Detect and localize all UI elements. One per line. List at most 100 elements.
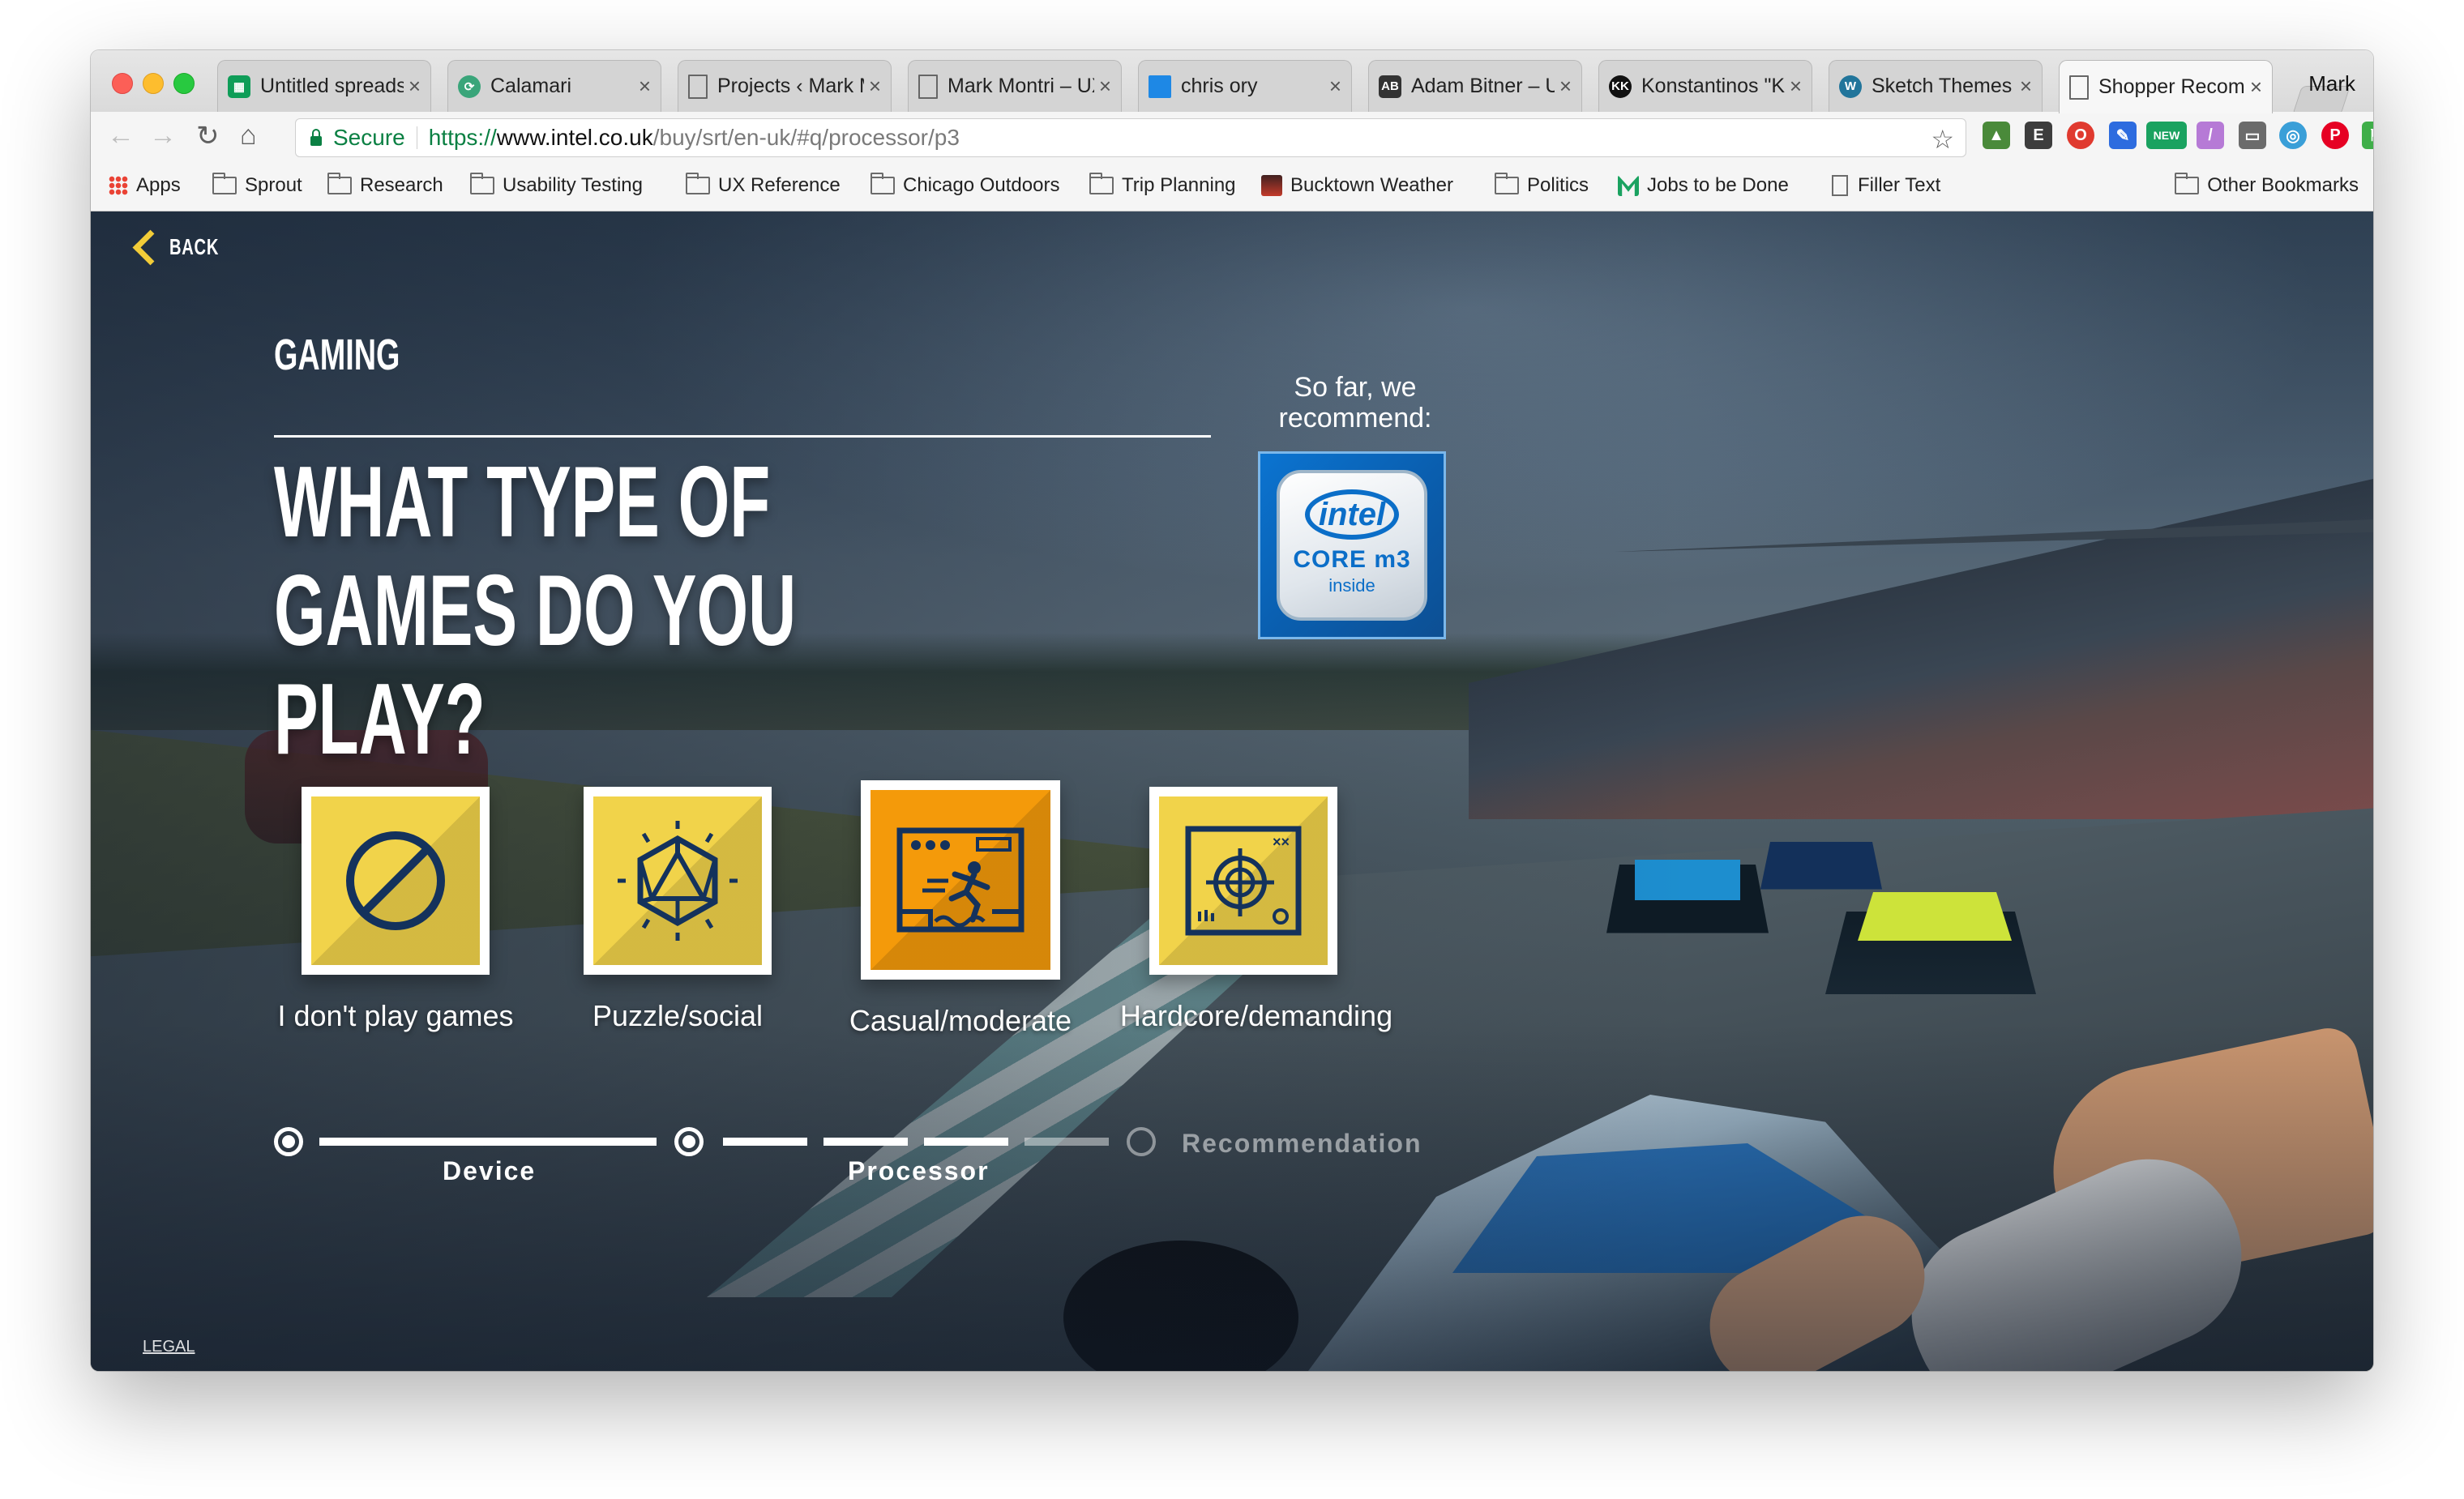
- pinterest-icon[interactable]: P: [2321, 122, 2349, 149]
- processor-badge-inner: intel CORE m3 inside: [1277, 470, 1427, 621]
- ruler-icon[interactable]: ▭: [2239, 122, 2266, 149]
- tab-shopper-recommendation[interactable]: Shopper Recommendation ×: [2059, 60, 2273, 113]
- option-tile: [311, 796, 480, 965]
- legal-link[interactable]: LEGAL: [143, 1338, 195, 1356]
- profile-button[interactable]: Mark: [2308, 71, 2355, 96]
- bookmark-ux-reference[interactable]: UX Reference: [686, 173, 841, 197]
- browser-window: ▦ Untitled spreadsheet × ⟳ Calamari × Pr…: [91, 50, 2373, 1371]
- close-tab-icon[interactable]: ×: [409, 74, 421, 99]
- bookmark-chicago-outdoors[interactable]: Chicago Outdoors: [871, 173, 1059, 197]
- tab-sketch-themes[interactable]: W Sketch Themes ×: [1829, 60, 2043, 112]
- bookmark-politics[interactable]: Politics: [1495, 173, 1589, 197]
- bookmark-jobs-to-be-done[interactable]: Jobs to be Done: [1618, 174, 1789, 197]
- minimize-window-button[interactable]: [143, 73, 164, 94]
- evernote-clip-icon[interactable]: ▲: [1983, 122, 2010, 149]
- question-heading: WHAT TYPE OF GAMES DO YOU PLAY?: [274, 446, 797, 775]
- bookmark-star-icon[interactable]: ☆: [1931, 124, 1954, 155]
- tab-calamari[interactable]: ⟳ Calamari ×: [447, 60, 661, 112]
- option-card[interactable]: [302, 787, 490, 975]
- option-hardcore-demanding[interactable]: ×× Hardcore/demanding: [1120, 787, 1392, 1032]
- close-tab-icon[interactable]: ×: [639, 74, 651, 99]
- option-casual-moderate[interactable]: Casual/moderate: [849, 780, 1072, 1037]
- toolbar: ← → ↻ ⌂ Secure https:// www.intel.co.uk …: [91, 112, 2373, 164]
- no-games-icon: [346, 831, 445, 930]
- option-tile: [593, 796, 762, 965]
- option-no-games[interactable]: I don't play games: [277, 787, 514, 1032]
- option-card-selected[interactable]: [861, 780, 1060, 980]
- tab-untitled-spreadsheet[interactable]: ▦ Untitled spreadsheet ×: [217, 60, 431, 112]
- close-tab-icon[interactable]: ×: [1099, 74, 1111, 99]
- option-card[interactable]: [584, 787, 772, 975]
- eyedropper-icon[interactable]: ✎: [2109, 122, 2137, 149]
- sheets-icon: ▦: [228, 75, 250, 98]
- pen-icon[interactable]: /: [2197, 122, 2224, 149]
- tab-title: Untitled spreadsheet: [260, 75, 404, 97]
- apps-grid-icon: [109, 176, 128, 195]
- reload-icon[interactable]: ↻: [196, 120, 220, 152]
- folder-icon: [1495, 173, 1519, 194]
- evernote-icon[interactable]: E: [2025, 122, 2052, 149]
- lock-icon: [310, 129, 322, 146]
- close-tab-icon[interactable]: ×: [1790, 74, 1802, 99]
- tab-strip: ▦ Untitled spreadsheet × ⟳ Calamari × Pr…: [91, 50, 2373, 115]
- bookmark-usability-testing[interactable]: Usability Testing: [470, 173, 643, 197]
- page-icon: [1832, 175, 1848, 196]
- option-label: Hardcore/demanding: [1119, 999, 1393, 1032]
- recommendation-label: So far, we recommend:: [1278, 372, 1432, 433]
- flag-extension-icon[interactable]: ⚑: [2362, 122, 2373, 149]
- close-window-button[interactable]: [112, 73, 133, 94]
- option-card[interactable]: ××: [1149, 787, 1337, 975]
- forward-arrow-icon[interactable]: →: [149, 120, 177, 152]
- tab-konstantinos[interactable]: KK Konstantinos "Kostas" ×: [1598, 60, 1812, 112]
- target-extension-icon[interactable]: ◎: [2279, 122, 2307, 149]
- crosshair-icon: ××: [1185, 826, 1302, 936]
- opera-icon[interactable]: O: [2067, 122, 2094, 149]
- close-tab-icon[interactable]: ×: [1559, 74, 1572, 99]
- address-bar[interactable]: Secure https:// www.intel.co.uk /buy/srt…: [295, 118, 1966, 157]
- weather-icon: [1261, 175, 1282, 196]
- tab-adam-bitner[interactable]: AB Adam Bitner – UX ×: [1368, 60, 1582, 112]
- close-tab-icon[interactable]: ×: [2020, 74, 2032, 99]
- close-tab-icon[interactable]: ×: [1329, 74, 1341, 99]
- tab-title: Mark Montri – UX: [948, 75, 1094, 97]
- page-icon: [2069, 75, 2089, 100]
- url-host: www.intel.co.uk: [496, 125, 653, 150]
- zoom-window-button[interactable]: [173, 73, 195, 94]
- tab-projects[interactable]: Projects ‹ Mark Montri ×: [678, 60, 892, 112]
- progress-segment-4: [1025, 1138, 1109, 1146]
- option-label: Puzzle/social: [592, 999, 764, 1032]
- bookmark-label: Other Bookmarks: [2207, 174, 2359, 196]
- option-puzzle-social[interactable]: Puzzle/social: [584, 787, 772, 1032]
- runner-game-icon: [896, 827, 1025, 933]
- option-tile: ××: [1159, 796, 1328, 965]
- divider: [274, 435, 1211, 438]
- bookmark-filler-text[interactable]: Filler Text: [1832, 174, 1940, 197]
- bookmark-trip-planning[interactable]: Trip Planning: [1089, 173, 1236, 197]
- intel-logo-ring: intel: [1305, 489, 1399, 540]
- tab-mark-montri[interactable]: Mark Montri – UX ×: [908, 60, 1122, 112]
- bookmark-label: Politics: [1527, 174, 1589, 196]
- kk-icon: KK: [1609, 75, 1632, 98]
- home-icon[interactable]: ⌂: [240, 120, 257, 152]
- bookmark-research[interactable]: Research: [327, 173, 443, 197]
- option-label: Casual/moderate: [849, 1004, 1072, 1037]
- back-label: BACK: [169, 234, 220, 259]
- back-arrow-icon[interactable]: ←: [107, 120, 135, 152]
- back-button[interactable]: BACK: [132, 229, 238, 265]
- processor-badge: intel CORE m3 inside: [1258, 451, 1446, 639]
- bookmark-apps[interactable]: Apps: [109, 174, 181, 197]
- close-tab-icon[interactable]: ×: [869, 74, 881, 99]
- bookmark-bucktown-weather[interactable]: Bucktown Weather: [1261, 174, 1453, 197]
- option-label: I don't play games: [277, 999, 514, 1032]
- bookmark-sprout[interactable]: Sprout: [212, 173, 302, 197]
- progress-segment-3: [924, 1138, 1008, 1146]
- bookmark-label: Bucktown Weather: [1290, 174, 1453, 196]
- new-badge-extension-icon[interactable]: NEW: [2146, 122, 2187, 149]
- processor-name: CORE m3: [1293, 546, 1411, 573]
- intel-logo-text: intel: [1318, 496, 1386, 532]
- bookmarks-bar: Apps Sprout Research Usability Testing U…: [91, 164, 2373, 211]
- other-bookmarks[interactable]: Other Bookmarks: [2175, 173, 2359, 197]
- close-tab-icon[interactable]: ×: [2250, 75, 2262, 100]
- bookmark-label: Apps: [136, 174, 181, 196]
- tab-chris-ory[interactable]: chris ory ×: [1138, 60, 1352, 112]
